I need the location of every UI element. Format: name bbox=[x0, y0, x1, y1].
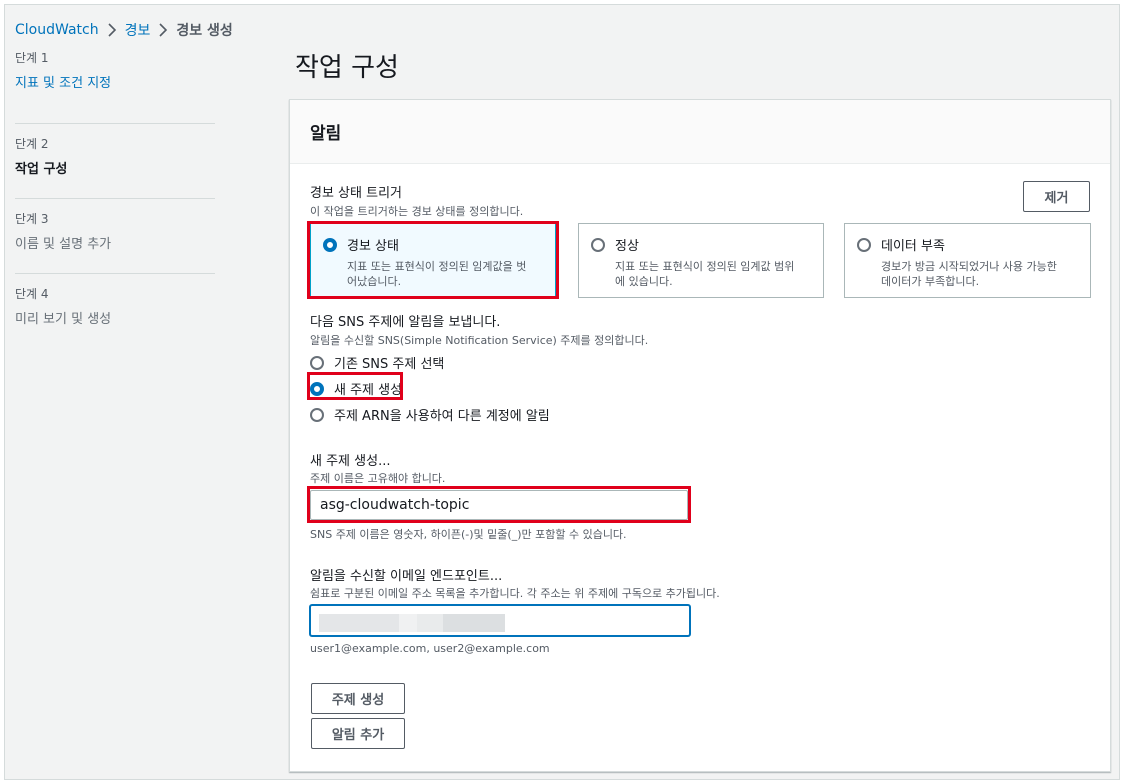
tile-description: 경보가 방금 시작되었거나 사용 가능한 데이터가 부족합니다. bbox=[881, 259, 1078, 289]
redacted-text bbox=[443, 614, 505, 632]
remove-button[interactable]: 제거 bbox=[1023, 181, 1090, 212]
step-label: 단계 1 bbox=[15, 51, 49, 65]
step-title-preview-create: 미리 보기 및 생성 bbox=[15, 312, 112, 327]
trigger-description: 이 작업을 트리거하는 경보 상태를 정의합니다. bbox=[310, 205, 524, 218]
radio-new-topic[interactable] bbox=[310, 381, 324, 396]
create-topic-button[interactable]: 주제 생성 bbox=[311, 683, 405, 714]
tile-desc-line: 경보가 방금 시작되었거나 사용 가능한 bbox=[881, 260, 1057, 273]
breadcrumb: CloudWatch 경보 경보 생성 bbox=[15, 20, 233, 40]
topic-name-constraint: SNS 주제 이름은 영숫자, 하이픈(-)및 밑줄(_)만 포함할 수 있습니… bbox=[310, 528, 627, 541]
breadcrumb-cloudwatch[interactable]: CloudWatch bbox=[15, 22, 99, 38]
sns-description: 알림을 수신할 SNS(Simple Notification Service)… bbox=[310, 334, 649, 347]
chevron-right-icon bbox=[99, 22, 125, 38]
step-link-metric-conditions[interactable]: 지표 및 조건 지정 bbox=[15, 72, 215, 91]
redacted-text bbox=[399, 614, 417, 632]
tile-desc-line: 데이터가 부족합니다. bbox=[881, 275, 980, 288]
step-label: 단계 3 bbox=[15, 212, 49, 226]
tile-ok[interactable]: 정상 지표 또는 표현식이 정의된 임계값 범위 에 있습니다. bbox=[578, 223, 824, 298]
step-label: 단계 2 bbox=[15, 137, 49, 151]
tile-description: 지표 또는 표현식이 정의된 임계값을 벗 어났습니다. bbox=[347, 259, 543, 289]
radio-label: 주제 ARN을 사용하여 다른 계정에 알림 bbox=[334, 409, 550, 424]
breadcrumb-alarms[interactable]: 경보 bbox=[125, 20, 151, 40]
radio-label: 기존 SNS 주제 선택 bbox=[334, 357, 445, 372]
breadcrumb-create-alarm: 경보 생성 bbox=[176, 23, 233, 39]
radio-insufficient-data[interactable] bbox=[857, 237, 871, 252]
redacted-text bbox=[417, 614, 443, 632]
chevron-right-icon bbox=[150, 22, 176, 38]
tile-desc-line: 어났습니다. bbox=[347, 275, 402, 288]
new-topic-description: 주제 이름은 고유해야 합니다. bbox=[310, 472, 446, 485]
wizard-step-1: 단계 1 지표 및 조건 지정 bbox=[15, 49, 215, 124]
page-title: 작업 구성 bbox=[295, 53, 399, 83]
radio-row-new-topic[interactable]: 새 주제 생성 bbox=[310, 379, 402, 398]
tile-title: 정상 bbox=[615, 239, 639, 254]
topic-name-input[interactable]: asg-cloudwatch-topic bbox=[310, 490, 688, 520]
wizard-steps: 단계 1 지표 및 조건 지정 단계 2 작업 구성 단계 3 이름 및 설명 … bbox=[15, 47, 215, 349]
new-topic-label: 새 주제 생성... bbox=[310, 454, 391, 469]
email-hint: user1@example.com, user2@example.com bbox=[310, 642, 550, 655]
sns-label: 다음 SNS 주제에 알림을 보냅니다. bbox=[310, 315, 501, 330]
radio-in-alarm[interactable] bbox=[323, 237, 337, 252]
radio-row-existing-topic[interactable]: 기존 SNS 주제 선택 bbox=[310, 353, 444, 372]
trigger-label: 경보 상태 트리거 bbox=[310, 186, 402, 201]
tile-description: 지표 또는 표현식이 정의된 임계값 범위 에 있습니다. bbox=[615, 259, 811, 289]
wizard-step-3: 단계 3 이름 및 설명 추가 bbox=[15, 199, 215, 274]
radio-label: 새 주제 생성 bbox=[334, 383, 403, 398]
step-title-name-description: 이름 및 설명 추가 bbox=[15, 237, 112, 252]
notification-panel: 알림 경보 상태 트리거 이 작업을 트리거하는 경보 상태를 정의합니다. 제… bbox=[289, 99, 1111, 772]
radio-row-topic-arn[interactable]: 주제 ARN을 사용하여 다른 계정에 알림 bbox=[310, 405, 550, 424]
panel-title: 알림 bbox=[310, 124, 342, 144]
tile-title: 데이터 부족 bbox=[881, 239, 945, 254]
tile-insufficient-data[interactable]: 데이터 부족 경보가 방금 시작되었거나 사용 가능한 데이터가 부족합니다. bbox=[844, 223, 1091, 298]
radio-existing-topic[interactable] bbox=[310, 355, 324, 370]
radio-topic-arn[interactable] bbox=[310, 407, 324, 422]
tile-desc-line: 에 있습니다. bbox=[615, 275, 673, 288]
wizard-step-4: 단계 4 미리 보기 및 생성 bbox=[15, 274, 215, 349]
add-notification-button[interactable]: 알림 추가 bbox=[311, 718, 405, 749]
wizard-step-2: 단계 2 작업 구성 bbox=[15, 124, 215, 199]
topic-name-value: asg-cloudwatch-topic bbox=[320, 497, 470, 513]
tile-in-alarm[interactable]: 경보 상태 지표 또는 표현식이 정의된 임계값을 벗 어났습니다. bbox=[310, 223, 556, 298]
email-label: 알림을 수신할 이메일 엔드포인트... bbox=[310, 569, 503, 584]
email-description: 쉼표로 구분된 이메일 주소 목록을 추가합니다. 각 주소는 위 주제에 구독… bbox=[310, 587, 720, 600]
step-title-configure-actions: 작업 구성 bbox=[15, 162, 68, 177]
redacted-text bbox=[319, 614, 399, 632]
step-label: 단계 4 bbox=[15, 287, 49, 301]
tile-desc-line: 지표 또는 표현식이 정의된 임계값 범위 bbox=[615, 260, 795, 273]
tile-title: 경보 상태 bbox=[347, 239, 399, 254]
tile-desc-line: 지표 또는 표현식이 정의된 임계값을 벗 bbox=[347, 260, 527, 273]
radio-ok[interactable] bbox=[591, 237, 605, 252]
panel-header: 알림 bbox=[290, 100, 1110, 164]
email-endpoints-input[interactable] bbox=[310, 605, 690, 636]
